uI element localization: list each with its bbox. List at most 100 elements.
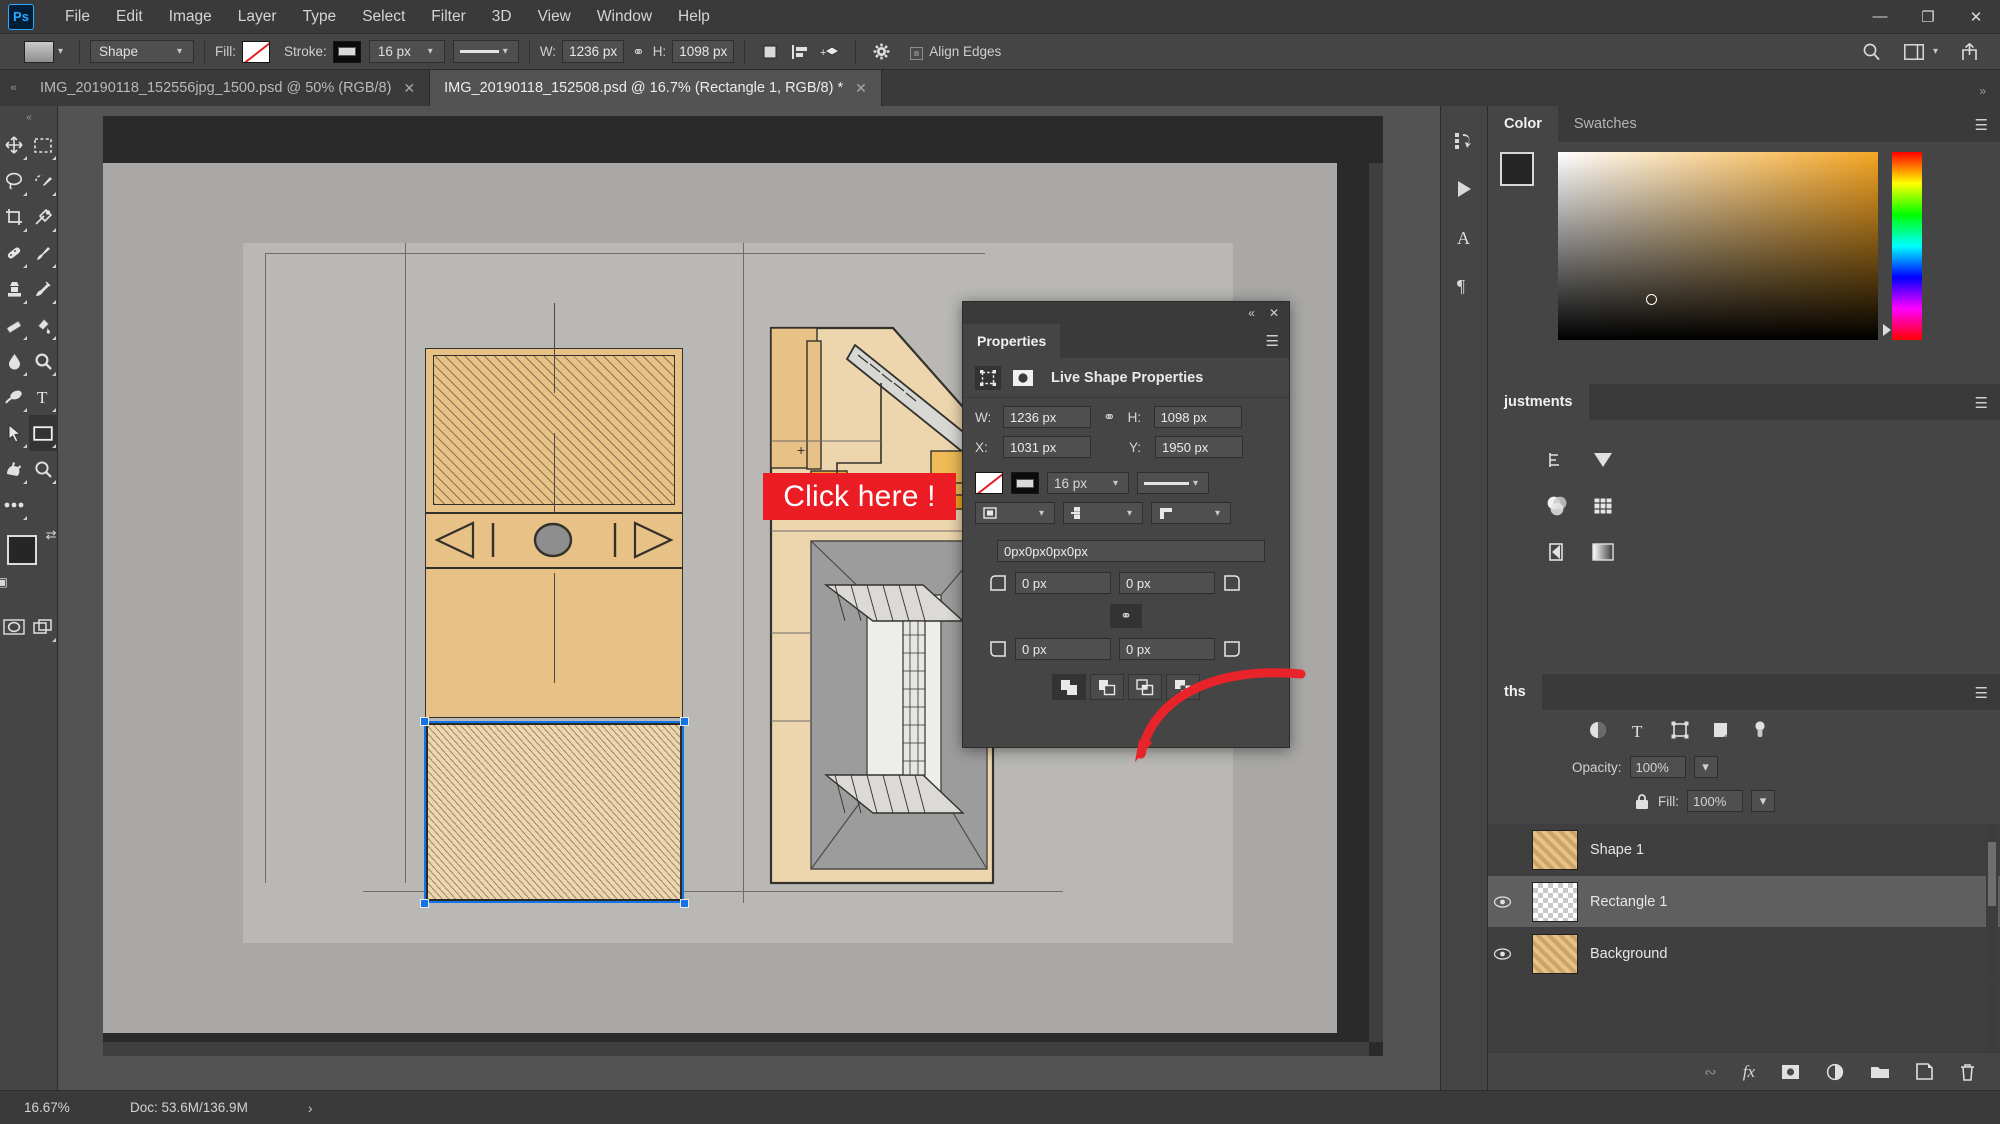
hue-saturation-icon[interactable] [1542,492,1572,520]
align-edges-checkbox[interactable]: Align Edges [910,44,1007,60]
menu-select[interactable]: Select [349,4,418,30]
selection-handle-tl[interactable] [420,717,429,726]
marquee-tool[interactable] [29,127,58,163]
visibility-toggle-icon[interactable] [1494,947,1520,960]
close-icon[interactable]: ✕ [403,80,415,97]
document-vertical-scrollbar[interactable] [1369,163,1383,1042]
stroke-caps-select[interactable]: ▾ [1063,502,1143,524]
height-input[interactable]: 1098 px [1153,406,1242,428]
lock-icon[interactable] [1634,793,1650,810]
screen-mode-icon[interactable] [29,609,58,645]
workspace-chevron-down-icon[interactable]: ▾ [1933,46,1938,57]
selection-handle-bl[interactable] [420,899,429,908]
tab-paths[interactable]: ths [1488,674,1542,710]
selection-handle-tr[interactable] [680,717,689,726]
link-wh-icon[interactable]: ⚭ [632,43,645,61]
corner-tl-input[interactable]: 0 px [1015,572,1111,594]
rotate-view-tool[interactable] [0,451,29,487]
menu-image[interactable]: Image [156,4,225,30]
y-input[interactable]: 1950 px [1155,436,1243,458]
mask-thumbnail-icon[interactable] [1010,366,1036,390]
stroke-width-select[interactable]: 16 px ▾ [368,40,445,63]
collapse-icon[interactable]: « [1248,306,1255,320]
fill-swatch[interactable] [975,472,1003,494]
opacity-input[interactable]: 100% [1629,756,1686,778]
stroke-swatch[interactable] [1011,472,1039,494]
history-panel-icon[interactable] [1447,126,1481,156]
panel-menu-icon[interactable]: ☰ [1975,684,2000,710]
new-group-icon[interactable] [1870,1064,1890,1080]
filter-toggle-icon[interactable] [1752,720,1768,740]
stroke-style-select[interactable]: ▾ [1137,472,1209,494]
subtract-front-shape-button[interactable] [1090,674,1124,700]
dodge-tool[interactable] [0,379,29,415]
shape-mode-select[interactable]: Shape ▾ [90,40,195,63]
tabstrip-expand-icon[interactable]: » [1979,84,2000,106]
height-input[interactable]: 1098 px [672,40,735,63]
history-brush-tool[interactable] [29,271,58,307]
tab-color[interactable]: Color [1488,106,1558,142]
hue-slider[interactable] [1883,152,1922,340]
shape-selection-bounds[interactable] [424,721,684,903]
tab-properties[interactable]: Properties [963,324,1061,358]
actions-panel-icon[interactable] [1447,174,1481,204]
photo-filter-icon[interactable] [1542,538,1572,566]
minimize-button[interactable]: — [1856,0,1904,34]
foreground-color-swatch[interactable] [6,535,37,565]
channel-mixer-icon[interactable] [1588,492,1618,520]
fill-chevron-down-icon[interactable]: ▾ [1751,790,1775,812]
gear-icon[interactable] [866,39,896,65]
layer-mask-icon[interactable] [1781,1064,1800,1080]
new-layer-icon[interactable] [1916,1063,1933,1080]
lasso-tool[interactable] [0,163,29,199]
edit-toolbar-tool[interactable] [0,487,29,523]
adjustment-filter-icon[interactable] [1588,720,1608,740]
menu-3d[interactable]: 3D [479,4,525,30]
link-layers-icon[interactable]: ∾ [1704,1063,1717,1081]
shape-transform-icon[interactable] [975,365,1001,390]
adjustment-layer-icon[interactable] [1826,1063,1844,1081]
quick-selection-tool[interactable] [29,163,58,199]
clone-stamp-tool[interactable] [0,271,29,307]
eyedropper-tool[interactable] [29,199,58,235]
tab-adjustments[interactable]: justments [1488,384,1589,420]
type-filter-icon[interactable]: T [1630,720,1648,740]
document-horizontal-scrollbar[interactable] [103,1042,1369,1056]
zoom-tool[interactable] [29,451,58,487]
combine-shapes-button[interactable] [1052,674,1086,700]
document-tab-2[interactable]: IMG_20190118_152508.psd @ 16.7% (Rectang… [430,70,882,106]
layer-list[interactable]: Shape 1 Rectangle 1 Background [1488,824,2000,1052]
path-operations-button[interactable] [755,39,785,65]
curves-icon[interactable] [1588,446,1618,474]
toolbar-grip[interactable]: « [26,112,31,123]
visibility-toggle-icon[interactable] [1494,895,1520,908]
path-arrangement-button[interactable]: + [815,39,845,65]
fill-swatch[interactable] [242,40,271,63]
rectangle-tool[interactable] [28,415,58,451]
layers-scrollbar-thumb[interactable] [1988,842,1996,906]
stroke-style-select[interactable]: ▾ [452,40,519,63]
close-button[interactable]: ✕ [1952,0,2000,34]
menu-edit[interactable]: Edit [103,4,156,30]
panel-menu-icon[interactable]: ☰ [1266,332,1289,350]
x-input[interactable]: 1031 px [1003,436,1091,458]
default-colors-icon[interactable]: ▣ [0,575,8,589]
tool-preset-chevron-down-icon[interactable]: ▾ [58,46,63,57]
link-corners-button[interactable]: ⚭ [1110,604,1142,628]
search-icon[interactable] [1857,39,1887,65]
menu-view[interactable]: View [525,4,584,30]
sharpen-tool[interactable] [29,343,58,379]
crop-tool[interactable] [0,199,29,235]
fill-input[interactable]: 100% [1687,790,1743,812]
corner-bl-input[interactable]: 0 px [1015,638,1111,660]
menu-help[interactable]: Help [665,4,723,30]
corner-summary-input[interactable]: 0px0px0px0px [997,540,1265,562]
stroke-width-select[interactable]: 16 px ▾ [1047,472,1129,494]
workspace-icon[interactable] [1899,39,1929,65]
tab-swatches[interactable]: Swatches [1558,106,1653,142]
move-tool[interactable] [0,127,29,163]
tool-preset-picker[interactable] [24,40,54,63]
stroke-corners-select[interactable]: ▾ [1151,502,1231,524]
character-panel-icon[interactable]: A [1447,222,1481,252]
document-tab-1[interactable]: IMG_20190118_152556jpg_1500.psd @ 50% (R… [26,70,431,106]
